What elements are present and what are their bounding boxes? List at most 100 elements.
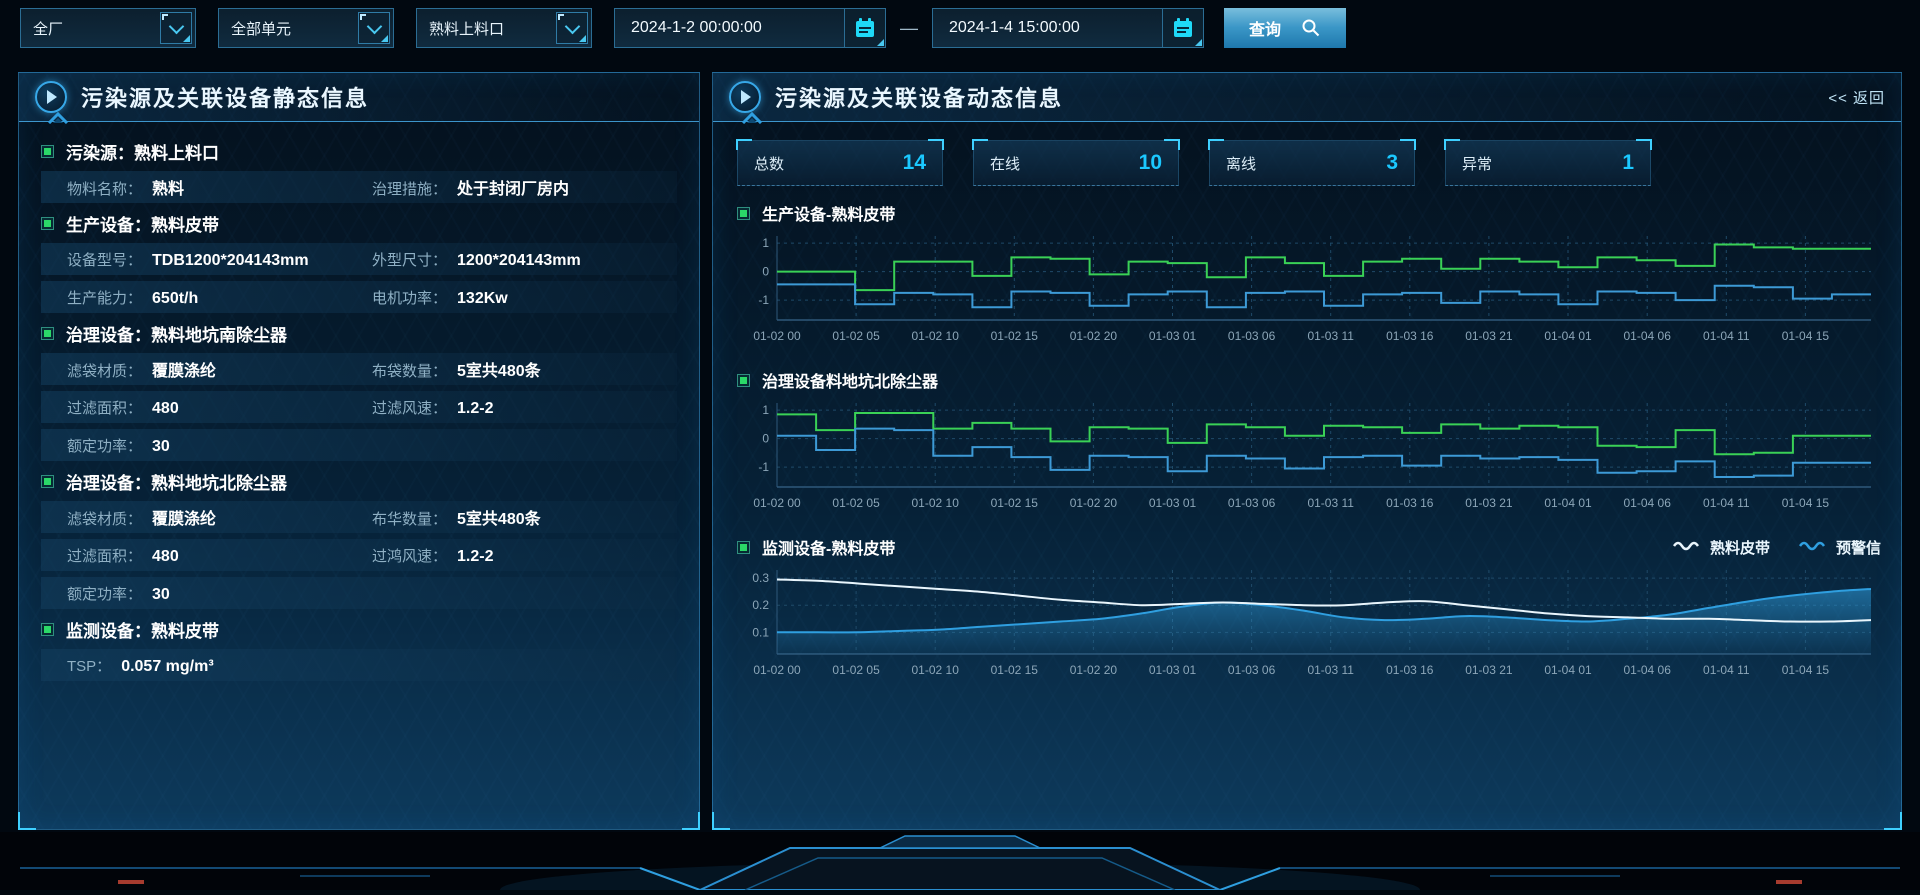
- svg-text:0: 0: [762, 432, 769, 446]
- stat-card: 在线10: [973, 140, 1179, 186]
- svg-text:0.2: 0.2: [752, 598, 769, 612]
- info-cell: 布袋数量：5室共480条: [372, 357, 677, 381]
- field-label: 滤袋材质：: [67, 360, 142, 381]
- legend-item[interactable]: 预警信: [1798, 537, 1881, 558]
- back-button[interactable]: << 返回: [1828, 87, 1885, 108]
- field-value: 5室共480条: [457, 505, 541, 529]
- svg-text:01-03 16: 01-03 16: [1386, 496, 1434, 510]
- svg-text:01-03 06: 01-03 06: [1228, 496, 1276, 510]
- chart-canvas: 10-101-02 0001-02 0501-02 1001-02 1501-0…: [737, 228, 1879, 352]
- svg-text:01-02 05: 01-02 05: [832, 496, 880, 510]
- field-value: 30: [152, 438, 170, 456]
- field-value: 1200*204143mm: [457, 252, 581, 270]
- device-stats-row: 总数14在线10离线3异常1: [713, 122, 1901, 194]
- section-header: 污染源：熟料上料口: [41, 134, 677, 168]
- start-date-value: 2024-1-2 00:00:00: [631, 19, 762, 37]
- svg-text:01-02 20: 01-02 20: [1070, 496, 1118, 510]
- factory-select[interactable]: 全厂: [20, 8, 196, 48]
- svg-text:01-03 01: 01-03 01: [1149, 329, 1197, 343]
- legend-item[interactable]: 熟料皮带: [1672, 537, 1770, 558]
- query-button-label: 查询: [1249, 16, 1281, 40]
- date-range-separator: —: [900, 18, 918, 39]
- section-bullet-icon: [41, 327, 54, 340]
- svg-text:01-02 15: 01-02 15: [991, 496, 1039, 510]
- field-label: 额定功率：: [67, 583, 142, 604]
- factory-select-value: 全厂: [33, 18, 63, 39]
- svg-text:01-04 01: 01-04 01: [1544, 329, 1592, 343]
- info-cell: 滤袋材质：覆膜涤纶: [67, 505, 372, 529]
- field-label: 过滤面积：: [67, 545, 142, 566]
- section-header: 监测设备：熟料皮带: [41, 612, 677, 646]
- info-cell: 治理措施：处于封闭厂房内: [372, 175, 677, 199]
- calendar-icon[interactable]: [844, 9, 885, 47]
- field-label: TSP：: [67, 655, 111, 676]
- section-bullet-icon: [41, 623, 54, 636]
- legend-label: 预警信: [1836, 537, 1881, 558]
- bottom-decoration: [0, 832, 1920, 890]
- static-panel-header: 污染源及关联设备静态信息: [19, 73, 699, 122]
- svg-text:01-04 11: 01-04 11: [1703, 496, 1750, 510]
- info-cell: 生产能力：650t/h: [67, 287, 372, 308]
- info-row: 生产能力：650t/h电机功率：132Kw: [41, 281, 677, 313]
- field-value: 熟料: [152, 175, 184, 199]
- section-bullet-icon: [41, 145, 54, 158]
- legend-label: 熟料皮带: [1710, 537, 1770, 558]
- stat-card: 离线3: [1209, 140, 1415, 186]
- stat-label: 离线: [1226, 153, 1256, 174]
- play-icon: [35, 81, 67, 113]
- svg-text:01-03 11: 01-03 11: [1307, 663, 1354, 677]
- svg-text:01-02 20: 01-02 20: [1070, 329, 1118, 343]
- svg-text:01-03 11: 01-03 11: [1307, 329, 1354, 343]
- svg-text:01-04 15: 01-04 15: [1782, 329, 1830, 343]
- svg-text:01-02 20: 01-02 20: [1070, 663, 1118, 677]
- svg-text:01-04 01: 01-04 01: [1544, 496, 1592, 510]
- info-cell: 布华数量： 5室共480条: [372, 505, 677, 529]
- info-row: 额定功率：30: [41, 577, 677, 609]
- dynamic-panel-title: 污染源及关联设备动态信息: [775, 81, 1063, 113]
- svg-text:01-03 01: 01-03 01: [1149, 496, 1197, 510]
- svg-text:01-03 21: 01-03 21: [1465, 496, 1513, 510]
- unit-select[interactable]: 全部单元: [218, 8, 394, 48]
- chevron-down-icon[interactable]: [358, 12, 390, 44]
- field-value: 5室共480条: [457, 357, 541, 381]
- section-bullet-icon: [41, 217, 54, 230]
- section-label: 治理设备：熟料地坑南除尘器: [66, 321, 287, 346]
- svg-text:01-02 05: 01-02 05: [832, 329, 880, 343]
- chart-plot: 0.30.20.101-02 0001-02 0501-02 1001-02 1…: [737, 562, 1881, 691]
- field-value: 1.2-2: [457, 548, 493, 566]
- svg-text:01-02 10: 01-02 10: [912, 329, 960, 343]
- query-button[interactable]: 查询: [1224, 8, 1346, 48]
- info-row: 设备型号：TDB1200*204143mm外型尺寸：1200*204143mm: [41, 243, 677, 275]
- field-value: 480: [152, 400, 179, 418]
- chevron-down-icon[interactable]: [160, 12, 192, 44]
- start-date-input[interactable]: 2024-1-2 00:00:00: [614, 8, 886, 48]
- field-label: 布华数量：: [372, 508, 447, 529]
- info-cell: 过滤面积：480: [67, 397, 372, 418]
- field-value: 覆膜涤纶: [152, 357, 216, 381]
- chart-block: 生产设备-熟料皮带10-101-02 0001-02 0501-02 1001-…: [737, 198, 1881, 357]
- source-select[interactable]: 熟料上料口: [416, 8, 592, 48]
- stat-value: 1: [1622, 151, 1634, 175]
- chart-bullet-icon: [737, 207, 750, 220]
- field-label: 设备型号：: [67, 249, 142, 270]
- svg-text:01-02 10: 01-02 10: [912, 663, 960, 677]
- dynamic-info-panel: 污染源及关联设备动态信息 << 返回 总数14在线10离线3异常1 生产设备-熟…: [712, 72, 1902, 830]
- calendar-icon[interactable]: [1162, 9, 1203, 47]
- unit-select-value: 全部单元: [231, 18, 291, 39]
- section-header: 治理设备：熟料地坑北除尘器: [41, 464, 677, 498]
- info-cell: 过鸿风速：1.2-2: [372, 545, 677, 566]
- section-label: 治理设备：熟料地坑北除尘器: [66, 469, 287, 494]
- info-row: 额定功率：30: [41, 429, 677, 461]
- field-value: TDB1200*204143mm: [152, 252, 309, 270]
- svg-text:01-04 06: 01-04 06: [1624, 329, 1672, 343]
- chevron-down-icon[interactable]: [556, 12, 588, 44]
- info-cell: 物料名称：熟料: [67, 175, 372, 199]
- static-info-list: 污染源：熟料上料口物料名称：熟料治理措施：处于封闭厂房内生产设备：熟料皮带设备型…: [19, 122, 699, 684]
- info-cell: 滤袋材质： 覆膜涤纶: [67, 357, 372, 381]
- svg-text:0.3: 0.3: [752, 571, 769, 585]
- end-date-input[interactable]: 2024-1-4 15:00:00: [932, 8, 1204, 48]
- chart-title-row: 监测设备-熟料皮带熟料皮带预警信: [737, 532, 1881, 562]
- svg-text:0.1: 0.1: [752, 625, 769, 639]
- field-value: 覆膜涤纶: [152, 505, 216, 529]
- legend-line-icon: [1672, 538, 1702, 556]
